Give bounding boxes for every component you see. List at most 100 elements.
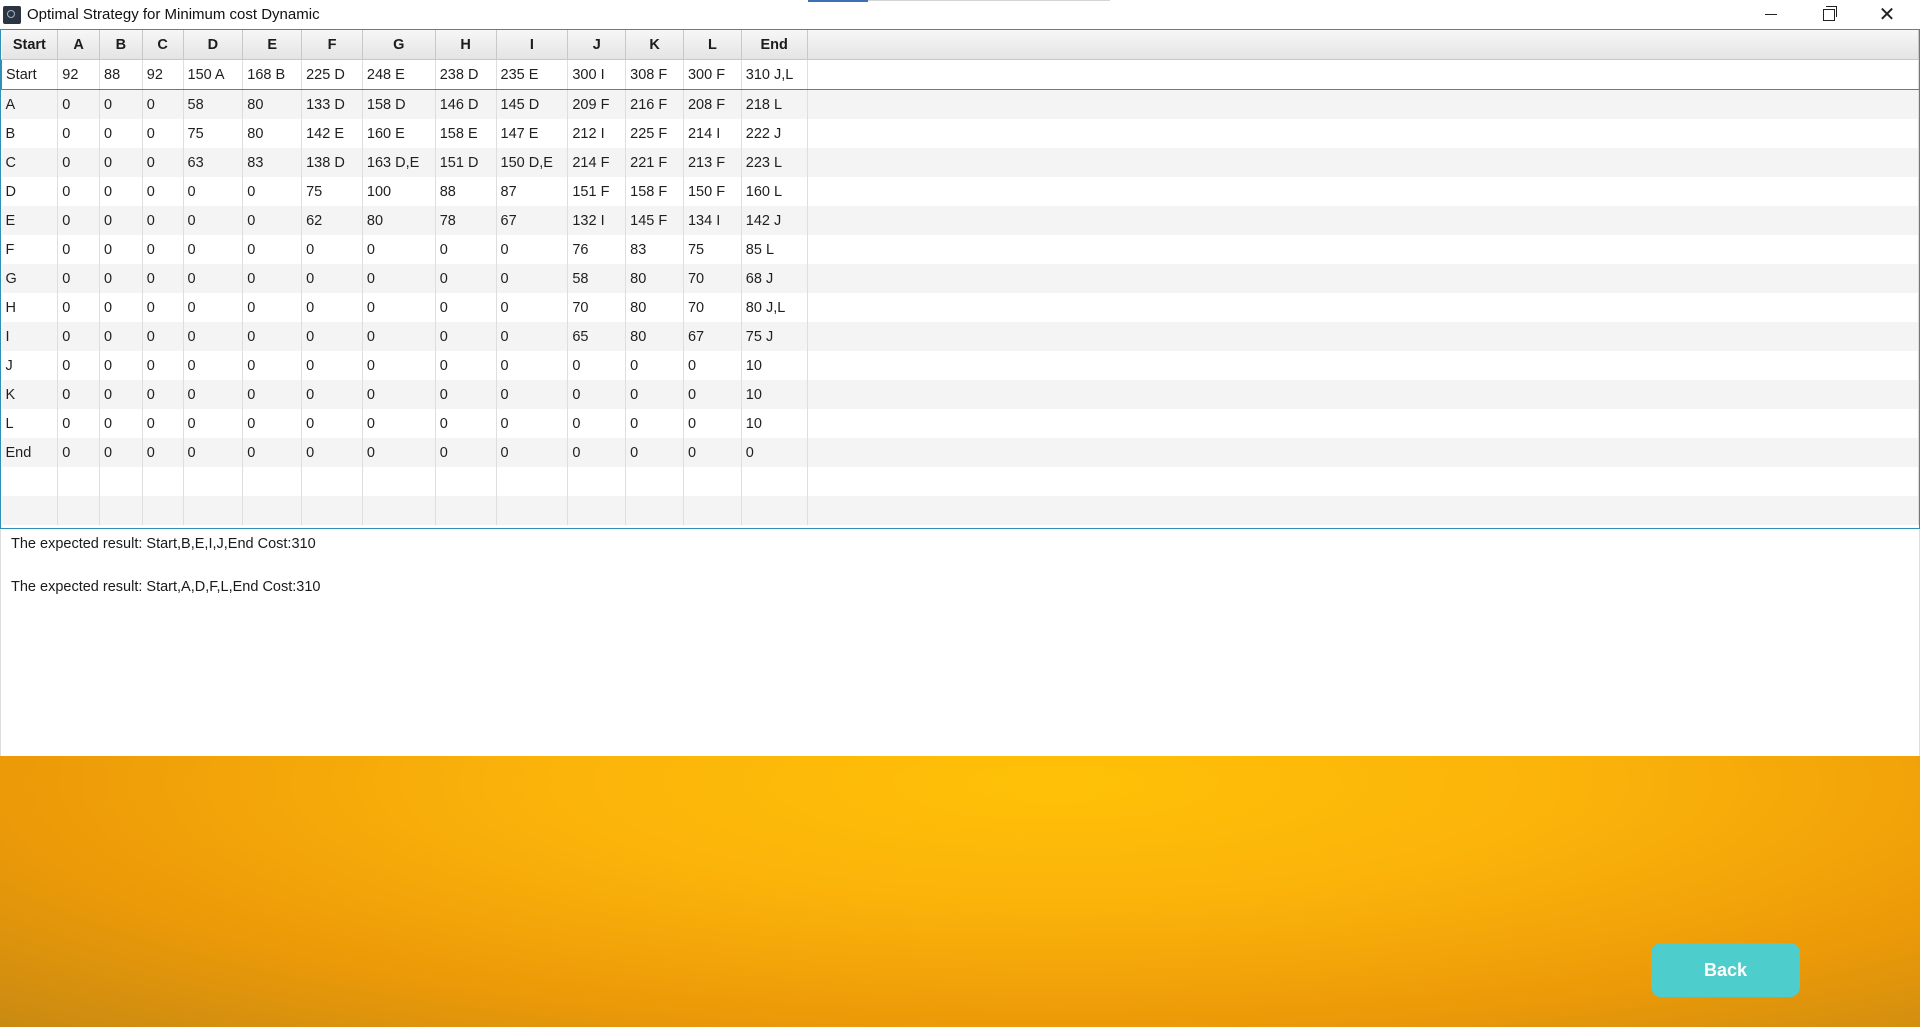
table-cell: 0 [142,148,184,177]
table-cell: 0 [57,409,100,438]
cost-table-view[interactable]: Start A B C D E F G H I J K L End Start 92 88 92 150 A 168… [0,29,1920,529]
table-cell: 218 L [741,89,808,119]
table-cell: 300 F [683,59,742,90]
column-header[interactable]: I [496,30,569,60]
table-row[interactable]: B 0 0 0 75 80 142 E 160 E 158 E 147 E 212 I 225 F 21… [1,119,1919,148]
table-cell: 158 F [625,177,684,206]
table-cell: 0 [496,235,569,264]
table-cell: 209 F [567,89,627,119]
table-cell: 0 [57,264,100,293]
column-header[interactable]: D [183,30,244,60]
table-cell: 0 [142,264,184,293]
column-header[interactable]: F [301,30,363,60]
table-cell: 132 I [567,206,627,235]
minimize-button[interactable] [1742,0,1800,29]
table-row[interactable]: F 0 0 0 0 0 0 0 0 0 76 83 75 85 L [1,235,1919,264]
table-cell: 0 [242,322,303,351]
table-cell: 0 [99,119,143,148]
column-header[interactable]: J [567,30,627,60]
close-button[interactable]: ✕ [1858,0,1916,29]
column-header[interactable]: H [435,30,497,60]
result-line-1: The expected result: Start,B,E,I,J,End C… [11,536,316,552]
table-cell: 88 [435,177,497,206]
column-header[interactable]: L [683,30,742,60]
table-row[interactable]: H 0 0 0 0 0 0 0 0 0 70 80 70 80 J,L [1,293,1919,322]
title-divider-line [868,0,1110,1]
table-cell: 0 [301,264,363,293]
table-row[interactable]: D 0 0 0 0 0 75 100 88 87 151 F 158 F 150 F 160 L [1,177,1919,206]
table-row[interactable]: K 0 0 0 0 0 0 0 0 0 0 0 0 10 [1,380,1919,409]
column-header[interactable]: K [625,30,684,60]
table-cell: 80 [242,119,303,148]
column-header[interactable]: G [362,30,436,60]
table-row[interactable]: E 0 0 0 0 0 62 80 78 67 132 I 145 F 134 I 142 J [1,206,1919,235]
table-cell: 0 [683,380,742,409]
maximize-button[interactable] [1800,0,1858,29]
table-cell: 0 [496,409,569,438]
column-header[interactable]: E [242,30,303,60]
table-row[interactable]: L 0 0 0 0 0 0 0 0 0 0 0 0 10 [1,409,1919,438]
table-cell: 10 [741,380,808,409]
row-filler [807,89,1919,119]
window-title: Optimal Strategy for Minimum cost Dynami… [27,6,320,23]
table-row[interactable]: C 0 0 0 63 83 138 D 163 D,E 151 D 150 D,E 214 F 221… [1,148,1919,177]
table-cell: 0 [99,89,143,119]
title-bar: Optimal Strategy for Minimum cost Dynami… [0,0,1920,29]
column-header[interactable]: A [57,30,100,60]
table-cell: 0 [183,409,244,438]
table-cell: 145 F [625,206,684,235]
table-cell: 308 F [625,59,684,90]
table-cell: 225 F [625,119,684,148]
table-cell: 63 [183,148,244,177]
table-cell: 0 [301,438,363,467]
table-cell: 0 [142,89,184,119]
table-cell: 0 [142,119,184,148]
row-filler [807,409,1919,438]
table-cell: 0 [301,380,363,409]
table-cell: 68 J [741,264,808,293]
table-cell: 80 J,L [741,293,808,322]
table-row[interactable]: I 0 0 0 0 0 0 0 0 0 65 80 67 75 J [1,322,1919,351]
table-cell: 0 [242,380,303,409]
empty-cell [362,496,436,525]
table-cell: 0 [242,293,303,322]
column-header[interactable]: Start [1,30,59,60]
back-button[interactable]: Back [1651,943,1800,997]
table-cell: 67 [683,322,742,351]
table-cell: 58 [183,89,244,119]
background-gradient [0,756,1920,1027]
table-cell: 0 [57,438,100,467]
table-cell: F [1,235,59,264]
table-cell: 163 D,E [362,148,436,177]
column-header[interactable]: C [142,30,184,60]
table-cell: 0 [496,264,569,293]
table-cell: 0 [99,235,143,264]
empty-row [1,467,1919,496]
empty-cell [142,496,184,525]
table-cell: 0 [435,409,497,438]
table-cell: 80 [625,293,684,322]
table-cell: 0 [57,351,100,380]
column-header[interactable]: End [741,30,808,60]
empty-cell [741,467,808,496]
table-cell: 142 J [741,206,808,235]
table-cell: 0 [683,409,742,438]
table-cell: 0 [362,380,436,409]
table-cell: 0 [57,148,100,177]
table-row[interactable]: End 0 0 0 0 0 0 0 0 0 0 0 0 0 [1,438,1919,467]
table-cell: 0 [301,293,363,322]
table-row[interactable]: A 0 0 0 58 80 133 D 158 D 146 D 145 D 209 F 216 F 20… [1,89,1919,119]
table-cell: 134 I [683,206,742,235]
table-cell: 0 [183,438,244,467]
table-cell: 151 D [435,148,497,177]
column-header[interactable]: B [99,30,143,60]
table-cell: 0 [625,380,684,409]
row-filler [807,322,1919,351]
table-cell: 0 [99,409,143,438]
table-row[interactable]: G 0 0 0 0 0 0 0 0 0 58 80 70 68 J [1,264,1919,293]
table-row[interactable]: Start 92 88 92 150 A 168 B 225 D 248 E 238 D 235 … [1,59,1919,90]
table-cell: 70 [683,293,742,322]
table-row[interactable]: J 0 0 0 0 0 0 0 0 0 0 0 0 10 [1,351,1919,380]
table-cell: 0 [99,264,143,293]
empty-cell [183,467,244,496]
